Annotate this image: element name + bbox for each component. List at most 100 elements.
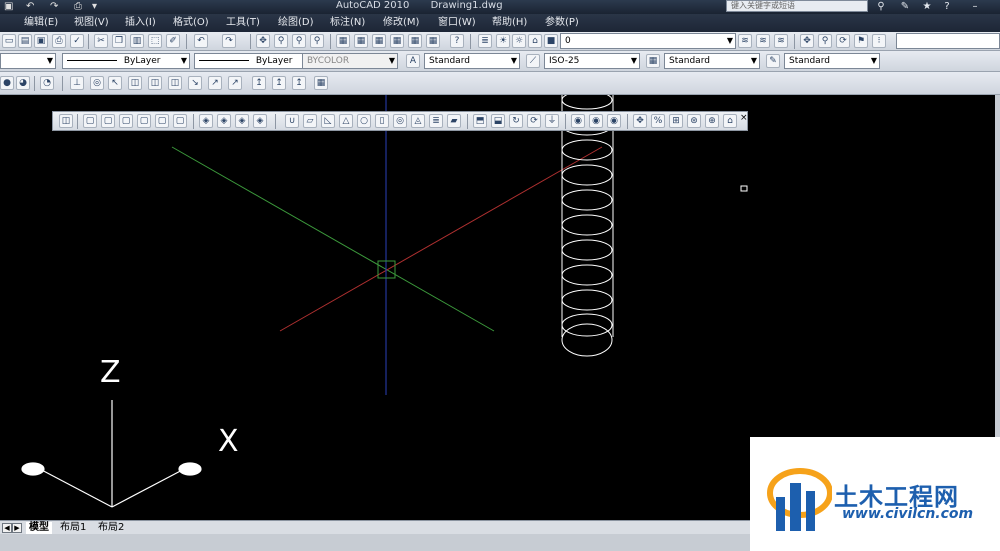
color-select[interactable]: ByLayer ▼: [62, 53, 190, 69]
menu-parameters[interactable]: 参数(P): [545, 16, 579, 30]
calculator-icon[interactable]: ▦: [426, 34, 440, 48]
ucs-zaxis-icon[interactable]: ↗: [208, 76, 222, 90]
cylinder-icon[interactable]: ▯: [375, 114, 389, 128]
menu-view[interactable]: 视图(V): [74, 16, 109, 30]
menu-help[interactable]: 帮助(H): [492, 16, 527, 30]
sw-iso-icon[interactable]: ◈: [199, 114, 213, 128]
menu-edit[interactable]: 编辑(E): [24, 16, 58, 30]
revolve-icon[interactable]: ⟳: [527, 114, 541, 128]
ucs-apply-icon[interactable]: ▦: [314, 76, 328, 90]
layer-properties-icon[interactable]: ≣: [478, 34, 492, 48]
loft-icon[interactable]: ⏚: [545, 114, 559, 128]
properties-icon[interactable]: ▦: [336, 34, 350, 48]
design-center-icon[interactable]: ▦: [354, 34, 368, 48]
pan-icon[interactable]: ✥: [256, 34, 270, 48]
search-input[interactable]: 键入关键字或短语: [726, 0, 868, 12]
3d-array-icon[interactable]: ⊞: [669, 114, 683, 128]
copy-icon[interactable]: ❐: [112, 34, 126, 48]
print-icon[interactable]: ⎙: [52, 34, 66, 48]
ucs-z-icon[interactable]: ↥: [292, 76, 306, 90]
walk-icon[interactable]: ⚑: [854, 34, 868, 48]
ucs-face-icon[interactable]: ◫: [128, 76, 142, 90]
paste-icon[interactable]: ▥: [130, 34, 144, 48]
open-icon[interactable]: ▤: [18, 34, 32, 48]
ucs-y-icon[interactable]: ↥: [272, 76, 286, 90]
intersect-icon[interactable]: ◉: [607, 114, 621, 128]
save-icon[interactable]: ▣: [4, 1, 13, 12]
ucs-view-icon[interactable]: ◫: [168, 76, 182, 90]
text-style-icon[interactable]: A: [406, 54, 420, 68]
horizontal-scrollbar[interactable]: [0, 534, 750, 551]
ucs-3point-icon[interactable]: ↗: [228, 76, 242, 90]
key-icon[interactable]: ✎: [898, 0, 912, 13]
menu-format[interactable]: 格式(O): [173, 16, 209, 30]
help-icon[interactable]: ?: [940, 0, 954, 13]
new-icon[interactable]: ▭: [2, 34, 16, 48]
last-tab-icon[interactable]: ▶: [12, 523, 22, 533]
left-view-icon[interactable]: ▢: [119, 114, 133, 128]
minimize-icon[interactable]: –: [968, 0, 982, 13]
brush-icon[interactable]: ✐: [166, 34, 180, 48]
menu-insert[interactable]: 插入(I): [125, 16, 156, 30]
pan-icon[interactable]: ✥: [800, 34, 814, 48]
presspull-icon[interactable]: ⬓: [491, 114, 505, 128]
dimension-style-select[interactable]: ISO-25 ▼: [544, 53, 640, 69]
zoom-window-icon[interactable]: ⚲: [292, 34, 306, 48]
zoom-previous-icon[interactable]: ⚲: [310, 34, 324, 48]
sphere-icon[interactable]: ●: [0, 76, 14, 90]
first-tab-icon[interactable]: ◀: [2, 523, 12, 533]
multileader-style-select[interactable]: Standard ▼: [784, 53, 880, 69]
binoculars-icon[interactable]: ⚲: [874, 0, 888, 13]
right-view-icon[interactable]: ▢: [137, 114, 151, 128]
table-style-icon[interactable]: ▦: [646, 54, 660, 68]
se-iso-icon[interactable]: ◈: [217, 114, 231, 128]
undo-icon[interactable]: ↶: [26, 1, 34, 12]
3d-rotate-icon[interactable]: ⊛: [687, 114, 701, 128]
close-icon[interactable]: ×: [740, 113, 748, 123]
multileader-style-icon[interactable]: ✎: [766, 54, 780, 68]
menu-window[interactable]: 窗口(W): [438, 16, 476, 30]
ucs-icon[interactable]: ⊥: [70, 76, 84, 90]
polysolid-icon[interactable]: ∪: [285, 114, 299, 128]
extrude-icon[interactable]: ⬒: [473, 114, 487, 128]
sphere-icon[interactable]: ○: [357, 114, 371, 128]
subtract-icon[interactable]: ◉: [589, 114, 603, 128]
helix-icon[interactable]: ≣: [429, 114, 443, 128]
tab-model[interactable]: 模型: [26, 522, 52, 534]
sheet-set-icon[interactable]: ▦: [390, 34, 404, 48]
sweep-icon[interactable]: ↻: [509, 114, 523, 128]
ucs-previous-icon[interactable]: ↖: [108, 76, 122, 90]
redo-icon[interactable]: ↷: [222, 34, 236, 48]
text-style-select[interactable]: Standard ▼: [424, 53, 520, 69]
help-icon[interactable]: ?: [450, 34, 464, 48]
dimension-style-icon[interactable]: ⟋: [526, 54, 540, 68]
layer-previous-icon[interactable]: ≋: [756, 34, 770, 48]
orbit-icon[interactable]: ⟳: [836, 34, 850, 48]
render-icon[interactable]: ◕: [16, 76, 30, 90]
planar-surface-icon[interactable]: ▰: [447, 114, 461, 128]
publish-icon[interactable]: ✓: [70, 34, 84, 48]
make-current-layer-icon[interactable]: ≋: [738, 34, 752, 48]
pyramid-icon[interactable]: ◬: [411, 114, 425, 128]
footprints-icon[interactable]: ⁝: [872, 34, 886, 48]
view-toolbar-icon[interactable]: ◫: [59, 114, 73, 128]
undo-icon[interactable]: ↶: [194, 34, 208, 48]
tab-layout1[interactable]: 布局1: [60, 522, 86, 534]
nw-iso-icon[interactable]: ◈: [253, 114, 267, 128]
color-style-select[interactable]: ▼: [0, 53, 56, 69]
menu-tools[interactable]: 工具(T): [226, 16, 260, 30]
zoom-realtime-icon[interactable]: ⚲: [274, 34, 288, 48]
markup-icon[interactable]: ▦: [408, 34, 422, 48]
layer-select[interactable]: 0 ▼: [560, 33, 736, 49]
quick-access-dropdown-icon[interactable]: ▾: [92, 1, 97, 12]
menu-draw[interactable]: 绘图(D): [278, 16, 314, 30]
world-ucs-icon[interactable]: ◎: [90, 76, 104, 90]
print-icon[interactable]: ⎙: [74, 1, 82, 12]
save-icon[interactable]: ▣: [34, 34, 48, 48]
front-view-icon[interactable]: ▢: [155, 114, 169, 128]
3d-move-icon[interactable]: ✥: [633, 114, 647, 128]
back-view-icon[interactable]: ▢: [173, 114, 187, 128]
cut-icon[interactable]: ✂: [94, 34, 108, 48]
view-select[interactable]: [896, 33, 1000, 49]
ucs-origin-icon[interactable]: ↘: [188, 76, 202, 90]
